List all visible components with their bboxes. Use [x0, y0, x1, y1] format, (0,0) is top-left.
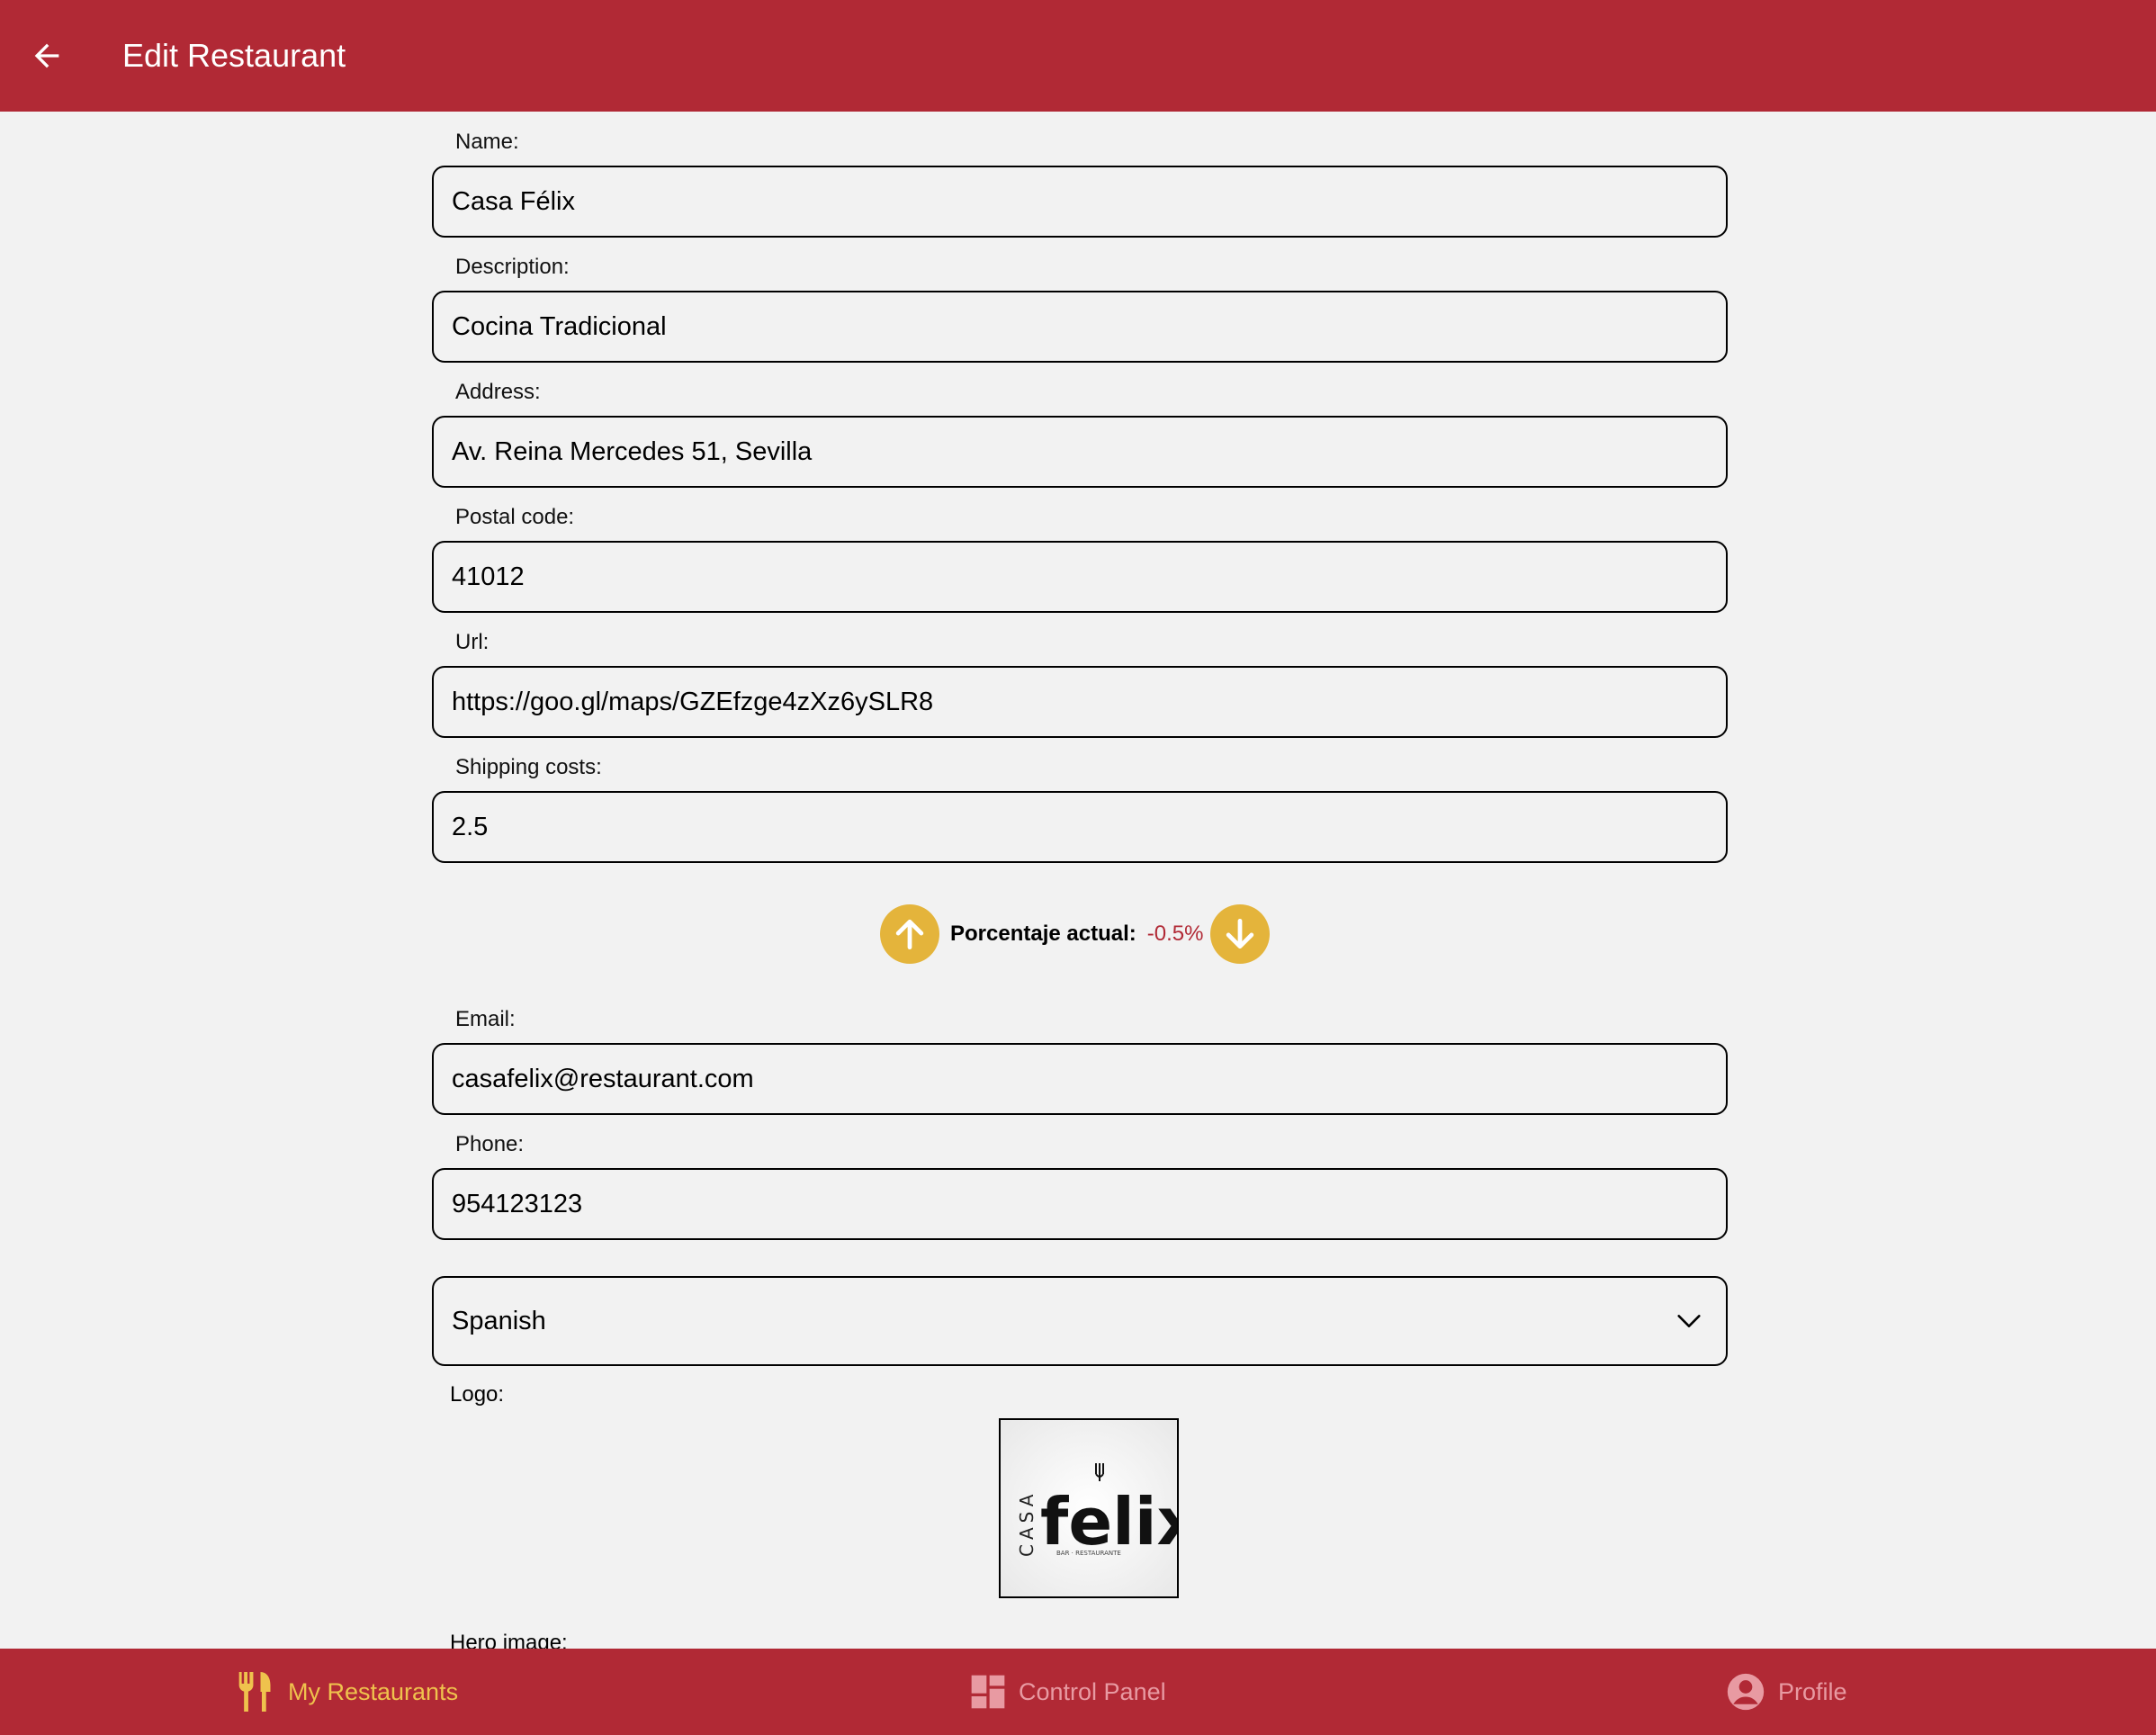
phone-input[interactable] [432, 1168, 1728, 1240]
back-button[interactable] [22, 31, 72, 81]
email-input[interactable] [432, 1043, 1728, 1115]
dashboard-icon [971, 1675, 1005, 1709]
arrow-left-icon [34, 43, 59, 68]
logo-main-text: felix [1040, 1484, 1177, 1560]
url-label: Url: [455, 630, 490, 654]
name-input[interactable] [432, 166, 1728, 238]
bottom-navigation: My Restaurants Control Panel Profile [0, 1649, 2156, 1735]
shipping-costs-label: Shipping costs: [455, 755, 602, 779]
nav-label-control-panel: Control Panel [1019, 1677, 1166, 1705]
hero-image-label: Hero image: [450, 1631, 568, 1649]
nav-item-control-panel[interactable]: Control Panel [970, 1649, 1166, 1735]
logo-image[interactable]: CASA felix BAR · RESTAURANTE [999, 1418, 1179, 1598]
url-input[interactable] [432, 666, 1728, 738]
category-selected-value: Spanish [452, 1306, 546, 1335]
percentage-value: -0.5% [1146, 921, 1204, 946]
app-header: Edit Restaurant [0, 0, 2156, 112]
percentage-control: Porcentaje actual: -0.5% [880, 903, 1271, 965]
category-select[interactable]: Spanish [432, 1276, 1728, 1366]
casa-felix-logo: CASA felix BAR · RESTAURANTE [1001, 1420, 1177, 1596]
description-label: Description: [455, 255, 570, 279]
increase-percentage-button[interactable] [880, 904, 939, 964]
decrease-percentage-button[interactable] [1210, 904, 1271, 964]
nav-item-my-restaurants[interactable]: My Restaurants [236, 1649, 458, 1735]
postal-code-input[interactable] [432, 541, 1728, 613]
email-label: Email: [455, 1007, 516, 1031]
logo-sub-text: BAR · RESTAURANTE [1056, 1550, 1121, 1557]
name-label: Name: [455, 130, 519, 154]
nav-item-profile[interactable]: Profile [1726, 1649, 1847, 1735]
nav-label-my-restaurants: My Restaurants [288, 1677, 459, 1705]
phone-label: Phone: [455, 1132, 525, 1156]
address-input[interactable] [432, 416, 1728, 488]
edit-form[interactable]: Name: Description: Address: Postal code:… [0, 112, 2156, 1649]
description-input[interactable] [432, 291, 1728, 363]
page-title: Edit Restaurant [122, 37, 346, 74]
logo-side-text: CASA [1016, 1490, 1038, 1557]
nav-label-profile: Profile [1778, 1677, 1847, 1705]
logo-label: Logo: [450, 1382, 505, 1407]
fork-knife-icon [238, 1672, 271, 1712]
postal-code-label: Postal code: [455, 505, 575, 529]
percentage-label: Porcentaje actual: [950, 921, 1136, 946]
chevron-down-icon [1677, 1315, 1701, 1327]
arrow-up-icon [895, 919, 924, 950]
shipping-costs-input[interactable] [432, 791, 1728, 863]
address-label: Address: [455, 380, 541, 404]
arrow-down-icon [1226, 918, 1254, 949]
profile-icon [1727, 1673, 1765, 1711]
